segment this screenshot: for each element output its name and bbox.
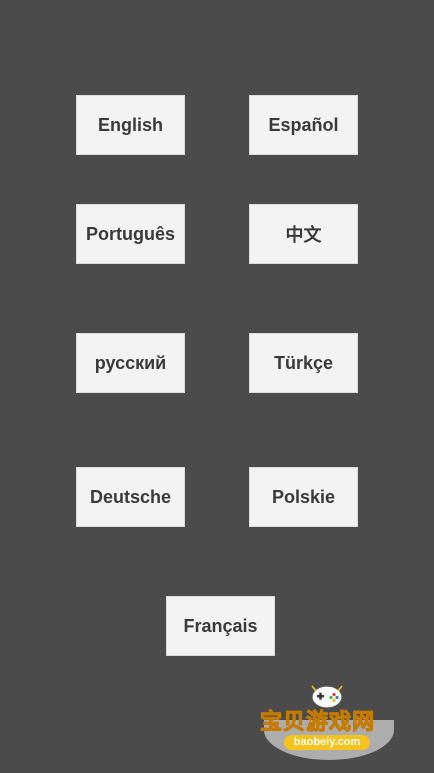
watermark-logo: 宝贝游戏网 baobeiy.com [256, 680, 406, 760]
language-button-espanol[interactable]: Español [249, 95, 358, 155]
language-button-label: Español [268, 114, 339, 135]
watermark-title: 宝贝游戏网 [259, 710, 376, 736]
language-button-label: Deutsche [89, 486, 172, 507]
language-button-label: Polskie [271, 486, 336, 507]
language-button-francais[interactable]: Français [166, 596, 275, 656]
language-button-label: Français [183, 615, 258, 636]
language-button-label: Türkçe [273, 352, 334, 373]
language-button-label: English [97, 114, 163, 135]
language-button-chinese[interactable]: 中文 [249, 204, 358, 264]
language-button-english[interactable]: English [76, 95, 185, 155]
language-button-deutsche[interactable]: Deutsche [76, 467, 185, 527]
language-button-label: Português [85, 223, 175, 244]
language-button-label: 中文 [285, 225, 322, 245]
language-button-label: русский [94, 352, 167, 373]
language-button-turkce[interactable]: Türkçe [249, 333, 358, 393]
watermark-url: baobeiy.com [284, 735, 370, 750]
language-button-portugues[interactable]: Português [76, 204, 185, 264]
language-button-russian[interactable]: русский [76, 333, 185, 393]
language-button-polskie[interactable]: Polskie [249, 467, 358, 527]
